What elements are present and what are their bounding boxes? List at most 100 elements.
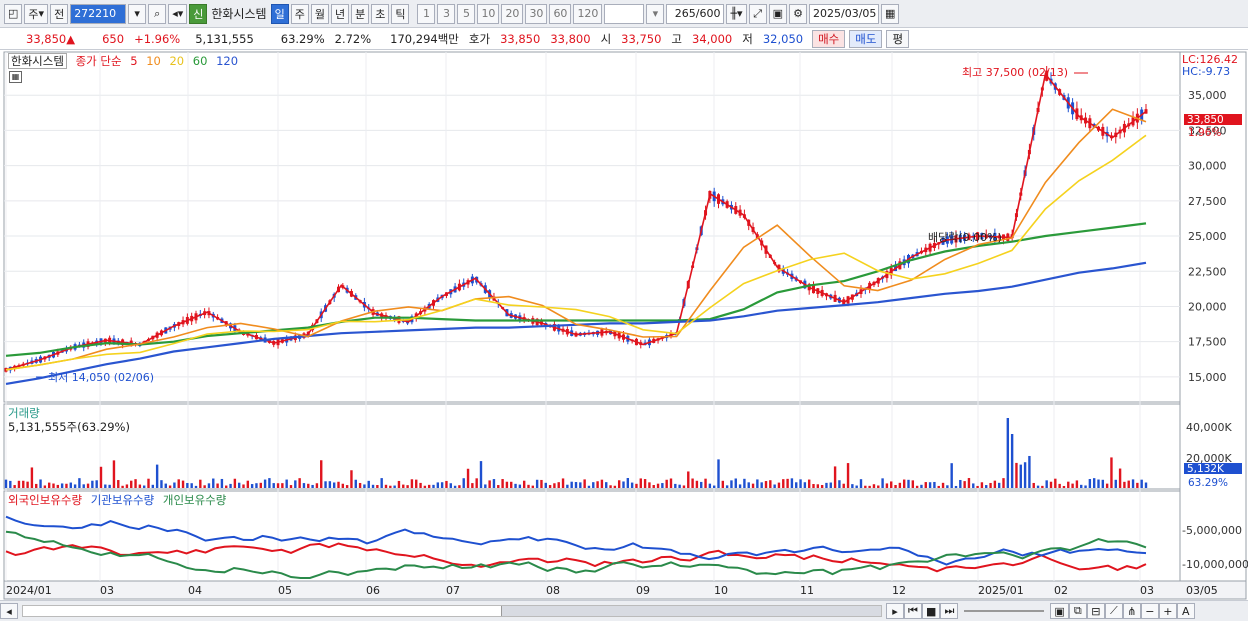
number-20[interactable]: 20 [501, 3, 524, 24]
draw-line-icon[interactable]: ⟋ [1104, 603, 1123, 619]
volume-bar [842, 483, 845, 488]
zoom-in-icon[interactable]: + [1158, 603, 1177, 619]
prev-button[interactable]: 전 [50, 3, 69, 24]
buy-button[interactable]: 매수 [812, 29, 846, 48]
scroll-right-icon[interactable]: ▸ [886, 603, 904, 619]
stock-name: 한화시스템 [211, 7, 267, 21]
volume-bar [704, 478, 707, 488]
volume-bar [937, 485, 940, 488]
volume-bar [341, 483, 345, 488]
ma-5-label[interactable]: 5 [130, 54, 137, 68]
zoom-slider[interactable] [964, 610, 1045, 612]
volume-bar [281, 483, 284, 488]
volume-bar [1118, 468, 1122, 488]
foreign-holding-label[interactable]: 외국인보유수량 [8, 493, 82, 507]
candle-type-icon[interactable]: ╫▾ [726, 3, 747, 24]
x-axis-label: 07 [446, 584, 460, 597]
volume-bar [173, 482, 176, 488]
volume-bar [807, 479, 811, 488]
fibonacci-icon[interactable]: ⋔ [1122, 603, 1141, 619]
volume-bar [820, 485, 824, 488]
number-120[interactable]: 120 [573, 3, 603, 24]
ma-20-label[interactable]: 20 [169, 54, 184, 68]
x-axis-label: 05 [278, 584, 292, 597]
volume-bar [419, 482, 422, 488]
ma-120-label[interactable]: 120 [216, 54, 238, 68]
volume-bar [561, 478, 565, 488]
x-axis-label: 03 [100, 584, 114, 597]
zoom-out-icon[interactable]: − [1140, 603, 1159, 619]
copy-icon[interactable]: ⧉ [1068, 603, 1087, 619]
volume-bar [397, 480, 401, 488]
calendar-icon[interactable]: ▦ [881, 3, 900, 24]
window-menu-icon[interactable]: ◰ [4, 3, 23, 24]
sell-button[interactable]: 매도 [849, 29, 883, 48]
font-size-icon[interactable]: A [1176, 603, 1195, 619]
layout-icon[interactable]: ▣ [1050, 603, 1069, 619]
speaker-icon[interactable]: ◂▾ [168, 3, 188, 24]
split-icon[interactable]: ⊟ [1086, 603, 1105, 619]
eval-button[interactable]: 평 [886, 29, 910, 48]
volume-bar [471, 483, 474, 488]
volume-title[interactable]: 거래량 [8, 406, 40, 420]
stock-code-input[interactable]: 272210 [70, 3, 127, 24]
period-select[interactable]: 주 ▾ [24, 3, 49, 24]
volume-bar [993, 480, 997, 488]
volume-bar [872, 484, 876, 488]
volume-bar [717, 459, 720, 488]
price-y-tick: 30,000 [1188, 160, 1227, 173]
individual-holding-label[interactable]: 개인보유수량 [163, 493, 226, 507]
number-5[interactable]: 5 [457, 3, 476, 24]
volume-bar [497, 485, 500, 488]
search-icon[interactable]: ⌕ [148, 3, 167, 24]
interval-minute[interactable]: 분 [351, 3, 370, 24]
number-60[interactable]: 60 [549, 3, 572, 24]
number-1[interactable]: 1 [417, 3, 436, 24]
institution-holding-label[interactable]: 기관보유수량 [91, 493, 154, 507]
scroll-left-icon[interactable]: ◂ [0, 603, 18, 619]
interval-tick[interactable]: 틱 [391, 3, 410, 24]
date-input[interactable]: 2025/03/05 [809, 3, 879, 24]
interval-month[interactable]: 월 [310, 3, 329, 24]
chart-area[interactable]: 35,000 32,500 30,000 27,500 25,000 22,500 20,0… [0, 50, 1248, 621]
gear-icon[interactable]: ⚙ [789, 3, 807, 24]
volume-bar [458, 485, 461, 488]
page-back-icon[interactable]: ⏮ [904, 603, 922, 619]
custom-number-input[interactable] [604, 3, 645, 24]
save-icon[interactable]: ▣ [768, 3, 787, 24]
count-field[interactable]: 265/600 [666, 3, 725, 24]
volume-bar [643, 479, 647, 488]
draw-tool-icon[interactable]: ⤢ [748, 3, 767, 24]
volume-bar [881, 478, 884, 488]
volume-bar [354, 479, 357, 488]
page-forward-icon[interactable]: ⏭ [940, 603, 959, 619]
turnover-ratio: 2.72% [334, 31, 372, 46]
interval-week[interactable]: 주 [290, 3, 309, 24]
code-dropdown-icon[interactable]: ▾ [128, 3, 147, 24]
volume-bar [56, 484, 60, 488]
scroll-track[interactable] [22, 605, 882, 617]
scroll-thumb[interactable] [501, 606, 881, 616]
interval-day[interactable]: 일 [270, 3, 289, 24]
x-axis-label: 10 [714, 584, 728, 597]
number-10[interactable]: 10 [477, 3, 500, 24]
volume-bar [859, 479, 863, 488]
table-icon[interactable]: ▦ [9, 71, 22, 83]
ma-10-label[interactable]: 10 [146, 54, 161, 68]
price-title[interactable]: 한화시스템 [8, 53, 67, 69]
volume-bar [1010, 434, 1014, 488]
number-3[interactable]: 3 [437, 3, 456, 24]
price-y-tick: 27,500 [1188, 195, 1227, 208]
ma-60-label[interactable]: 60 [193, 54, 208, 68]
volume-bar [518, 484, 522, 488]
volume-bar [155, 464, 159, 488]
volume-bar [440, 482, 444, 488]
price-pane [3, 51, 1181, 403]
stop-icon[interactable]: ■ [922, 603, 941, 619]
interval-year[interactable]: 년 [330, 3, 350, 24]
chart-canvas[interactable]: 35,00032,50030,00027,50025,00022,50020,0… [0, 50, 1248, 600]
volume-bar [1092, 478, 1096, 488]
custom-number-dropdown-icon[interactable]: ▾ [646, 3, 665, 24]
interval-second[interactable]: 초 [371, 3, 390, 24]
number-30[interactable]: 30 [525, 3, 548, 24]
